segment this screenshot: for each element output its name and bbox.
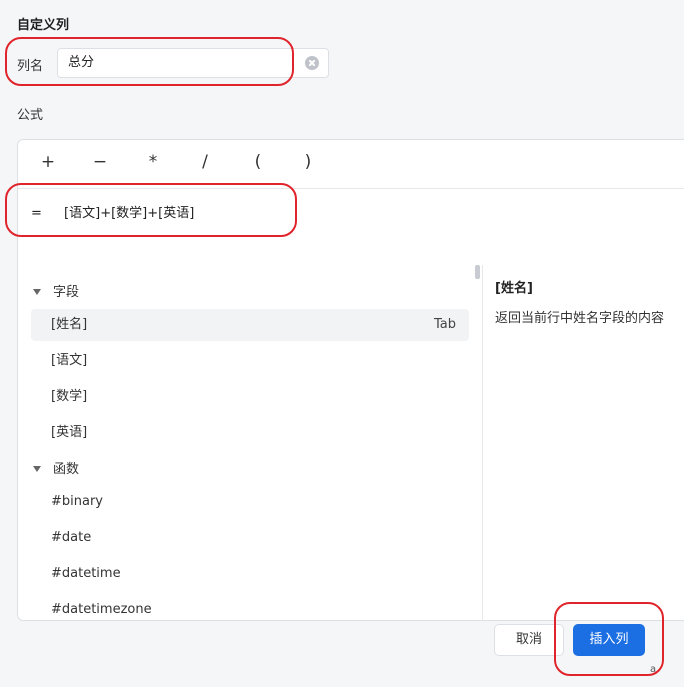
list-item[interactable]: [数学] bbox=[31, 381, 469, 413]
scroll-thumb[interactable] bbox=[475, 265, 480, 279]
plus-button[interactable]: + bbox=[36, 152, 60, 172]
triangle-down-icon bbox=[33, 288, 41, 295]
triangle-down-icon bbox=[33, 465, 41, 472]
cancel-button[interactable]: 取消 bbox=[494, 624, 564, 656]
clear-icon[interactable] bbox=[305, 56, 319, 70]
divide-button[interactable]: / bbox=[193, 152, 217, 172]
operator-toolbar: + − * / ( ) bbox=[18, 140, 684, 189]
open-paren-button[interactable]: ( bbox=[246, 152, 270, 172]
tab-hint: Tab bbox=[433, 317, 456, 332]
minus-button[interactable]: − bbox=[88, 152, 112, 172]
equals-sign: = bbox=[31, 206, 42, 221]
group-fields-label: 字段 bbox=[53, 285, 80, 300]
column-name-label: 列名 bbox=[17, 59, 44, 74]
close-paren-button[interactable]: ) bbox=[296, 152, 320, 172]
group-fields-header[interactable]: 字段 bbox=[33, 281, 79, 300]
list-item[interactable]: [语文] bbox=[31, 345, 469, 377]
list-item[interactable]: [英语] bbox=[31, 417, 469, 449]
group-functions-header[interactable]: 函数 bbox=[33, 458, 79, 477]
list-item[interactable]: #datetime bbox=[31, 558, 469, 590]
list-item[interactable]: #date bbox=[31, 522, 469, 554]
dialog-title: 自定义列 bbox=[17, 18, 70, 33]
list-item[interactable]: #datetimezone bbox=[31, 594, 469, 626]
formula-expression: [语文]+[数学]+[英语] bbox=[64, 206, 195, 221]
corner-glyph: a bbox=[650, 664, 657, 675]
formula-input[interactable]: = [语文]+[数学]+[英语] bbox=[31, 202, 194, 221]
panel-divider bbox=[482, 265, 483, 621]
multiply-button[interactable]: * bbox=[141, 152, 165, 172]
column-name-input[interactable]: 总分 bbox=[57, 48, 329, 78]
description-title: [姓名] bbox=[495, 281, 533, 296]
insert-column-button[interactable]: 插入列 bbox=[573, 624, 645, 656]
list-item[interactable]: #binary bbox=[31, 486, 469, 518]
formula-editor: + − * / ( ) = [语文]+[数学]+[英语] 字段 [姓名] Tab… bbox=[17, 139, 684, 621]
description-text: 返回当前行中姓名字段的内容 bbox=[495, 311, 665, 326]
list-item[interactable]: [姓名] Tab bbox=[31, 309, 469, 341]
formula-label: 公式 bbox=[17, 108, 44, 123]
group-functions-label: 函数 bbox=[53, 462, 80, 477]
